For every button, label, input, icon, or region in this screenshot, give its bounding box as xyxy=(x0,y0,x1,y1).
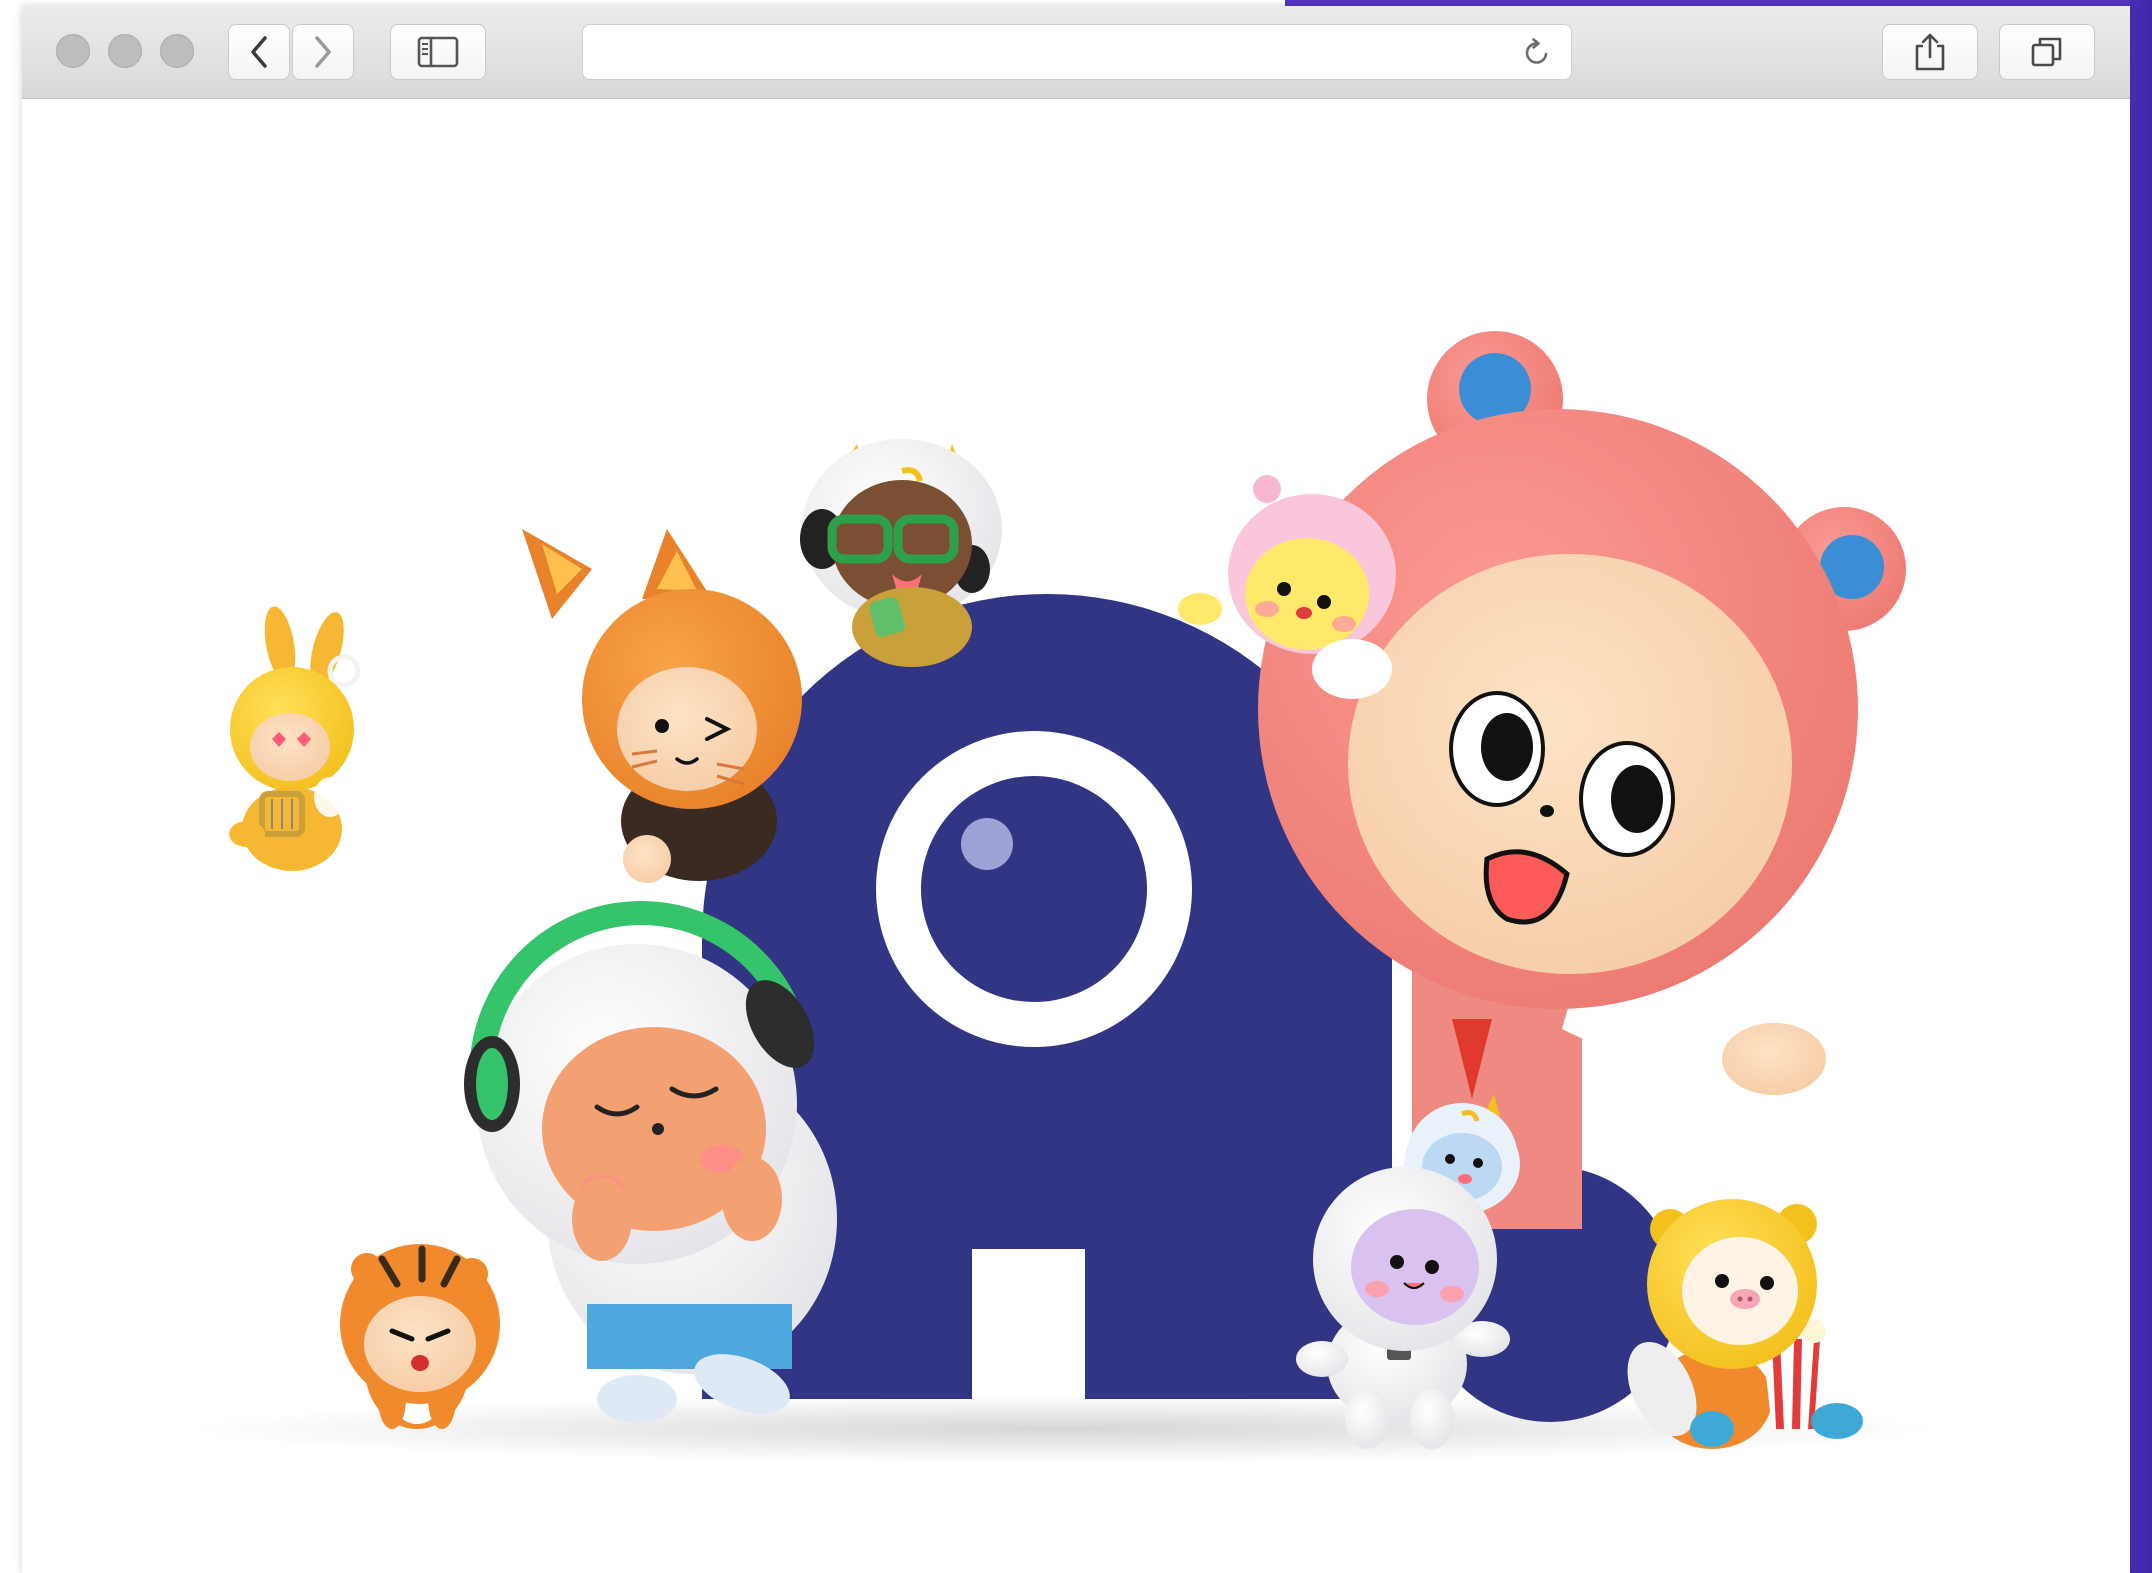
minimize-window-button[interactable] xyxy=(108,34,142,68)
headphones-character xyxy=(464,901,837,1423)
tabs-icon xyxy=(2031,37,2062,67)
share-button[interactable] xyxy=(1882,24,1978,80)
reload-icon[interactable] xyxy=(1521,37,1553,69)
orange-cat-character xyxy=(522,529,802,883)
close-window-button[interactable] xyxy=(56,34,90,68)
browser-toolbar xyxy=(22,6,2130,99)
sidebar-icon xyxy=(417,36,459,68)
screen xyxy=(0,0,2152,1573)
forward-button[interactable] xyxy=(292,24,354,80)
chevron-left-icon xyxy=(251,36,267,68)
zoom-window-button[interactable] xyxy=(160,34,194,68)
hero-illustration xyxy=(182,331,1942,1463)
chevron-right-icon xyxy=(315,36,331,68)
address-bar[interactable] xyxy=(582,24,1572,80)
back-button[interactable] xyxy=(228,24,290,80)
share-icon xyxy=(1915,33,1945,71)
desktop-background-right xyxy=(2130,0,2152,1573)
yellow-bunny-character xyxy=(229,606,361,871)
sidebar-button[interactable] xyxy=(390,24,486,80)
tiger-character xyxy=(340,1244,500,1429)
tabs-button[interactable] xyxy=(1999,24,2095,80)
browser-window xyxy=(22,6,2130,1573)
page-content xyxy=(22,99,2130,1573)
